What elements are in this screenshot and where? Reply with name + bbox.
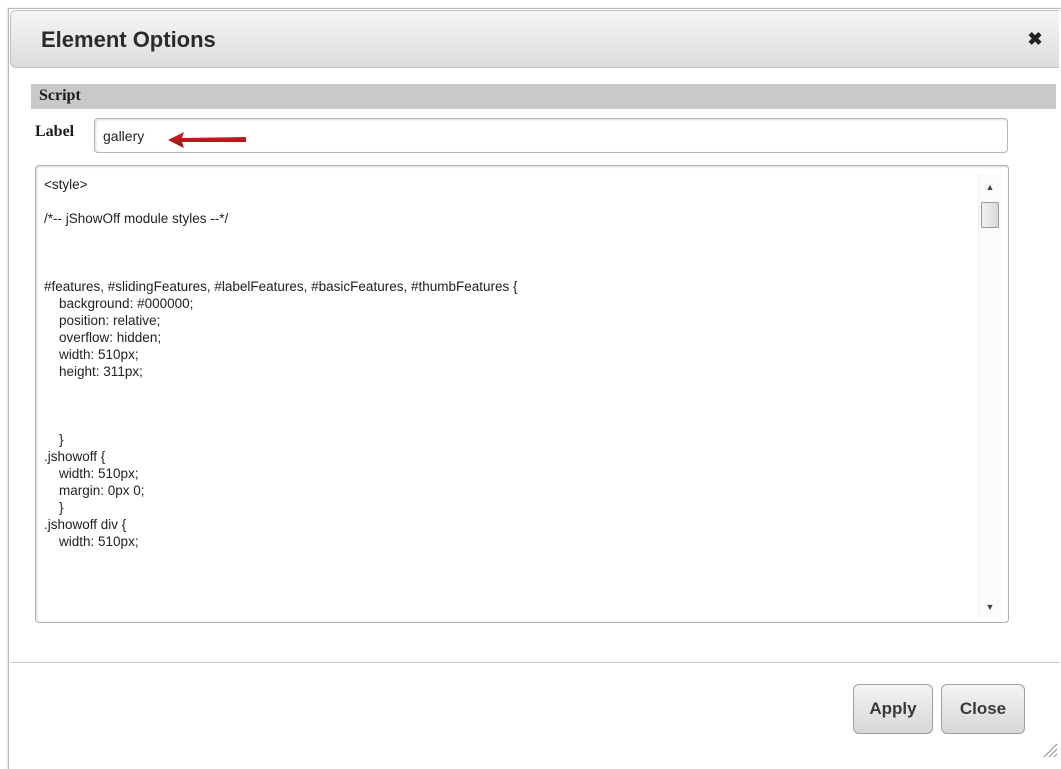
scroll-up-arrow-icon[interactable]: ▲ [979,178,1001,196]
section-header-script: Script [31,84,1056,109]
footer-divider [10,662,1060,663]
script-line: /*-- jShowOff module styles --*/ [44,211,229,226]
script-line: margin: 0px 0; [44,483,145,498]
close-icon[interactable]: ✖ [1025,29,1045,49]
script-line: width: 510px; [44,534,139,549]
scroll-down-arrow-icon[interactable]: ▼ [979,598,1001,616]
scroll-thumb[interactable] [981,202,999,228]
apply-button[interactable]: Apply [853,684,933,734]
script-line: position: relative; [44,313,161,328]
script-line: .jshowoff div { [44,517,127,532]
dialog-title: Element Options [41,27,216,52]
script-line: <style> [44,177,88,192]
script-line: overflow: hidden; [44,330,162,345]
script-line: } [44,432,64,447]
script-textarea[interactable]: <style> /*-- jShowOff module styles --*/… [35,165,1009,623]
script-line: width: 510px; [44,466,139,481]
script-line: #features, #slidingFeatures, #labelFeatu… [44,279,518,294]
resize-grip-icon[interactable] [1042,742,1058,758]
script-line: width: 510px; [44,347,139,362]
red-arrow-annotation [168,132,246,148]
script-line: } [44,500,64,515]
section-title: Script [39,87,81,104]
script-line: background: #000000; [44,296,194,311]
dialog-titlebar[interactable]: Element Options ✖ [10,10,1059,68]
script-content: <style> /*-- jShowOff module styles --*/… [44,176,974,550]
script-line: height: 311px; [44,364,143,379]
script-line: .jshowoff { [44,449,106,464]
close-button[interactable]: Close [941,684,1025,734]
vertical-scrollbar[interactable]: ▲ ▼ [978,174,1001,618]
label-field-label: Label [35,123,75,140]
